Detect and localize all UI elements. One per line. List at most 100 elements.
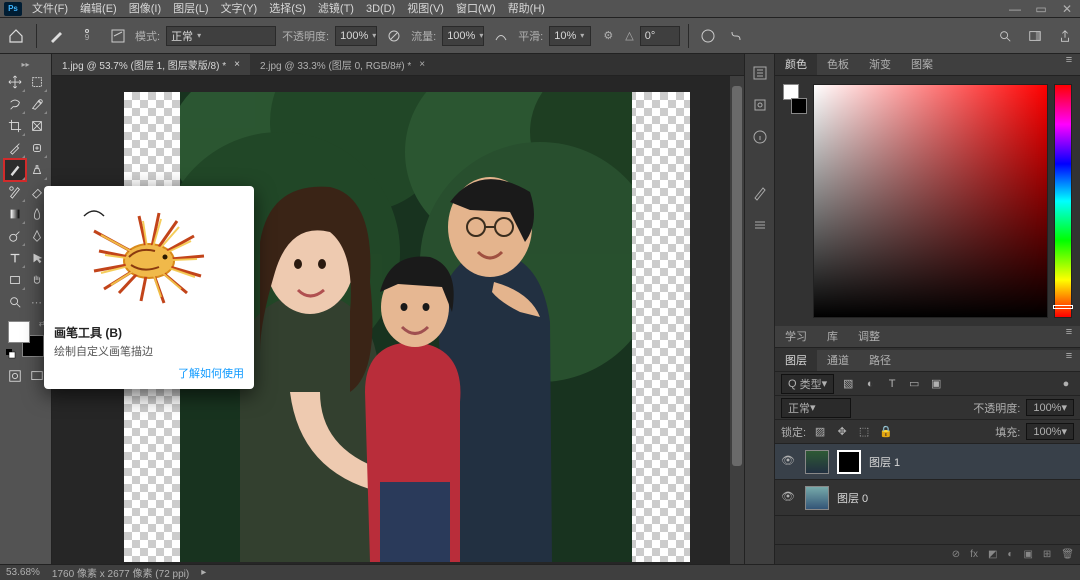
new-layer-icon[interactable]: ⊞: [1043, 549, 1051, 560]
tool-clone-stamp[interactable]: [26, 159, 48, 181]
mode-dropdown[interactable]: 正常 ▾: [166, 26, 276, 46]
tool-dodge[interactable]: [4, 225, 26, 247]
brush-settings-panel-icon[interactable]: [749, 214, 771, 236]
default-colors-icon[interactable]: [6, 349, 16, 359]
menu-file[interactable]: 文件(F): [26, 0, 74, 18]
close-icon[interactable]: ×: [234, 59, 240, 70]
color-field[interactable]: [813, 84, 1048, 318]
tool-history-brush[interactable]: [4, 181, 26, 203]
tool-brush[interactable]: [4, 159, 26, 181]
lock-pixels-icon[interactable]: ▨: [812, 424, 828, 440]
menu-layer[interactable]: 图层(L): [167, 0, 214, 18]
fg-bg-swatch[interactable]: ⇄: [6, 319, 46, 359]
tool-artboard[interactable]: [26, 71, 48, 93]
filter-adjust-icon[interactable]: ◐: [862, 376, 878, 392]
layer-name[interactable]: 图层 1: [869, 454, 900, 470]
tab-swatches[interactable]: 色板: [817, 54, 859, 75]
smoothing-field[interactable]: 10% ▾: [549, 26, 591, 46]
layer-filter-kind[interactable]: Q 类型▾: [781, 374, 834, 394]
filter-type-icon[interactable]: T: [884, 376, 900, 392]
document-tab-1[interactable]: 1.jpg @ 53.7% (图层 1, 图层蒙版/8) * ×: [52, 54, 250, 75]
tool-rectangle[interactable]: [4, 269, 26, 291]
pressure-size-icon[interactable]: [697, 25, 719, 47]
angle-field[interactable]: 0°: [640, 26, 680, 46]
visibility-icon[interactable]: 👁: [781, 454, 797, 470]
blend-mode-dropdown[interactable]: 正常▾: [781, 398, 851, 418]
layer-mask-icon[interactable]: ◩: [988, 549, 997, 560]
lock-artboard-icon[interactable]: ⬚: [856, 424, 872, 440]
toolbar-grip-icon[interactable]: ▸▸: [21, 58, 29, 71]
tab-gradients[interactable]: 渐变: [859, 54, 901, 75]
lock-position-icon[interactable]: ✥: [834, 424, 850, 440]
layer-mask-thumbnail[interactable]: [837, 450, 861, 474]
menu-image[interactable]: 图像(I): [123, 0, 167, 18]
flow-field[interactable]: 100% ▾: [442, 26, 484, 46]
hue-slider[interactable]: [1054, 84, 1072, 318]
tab-channels[interactable]: 通道: [817, 350, 859, 371]
window-restore[interactable]: ▭: [1028, 0, 1054, 18]
panel-menu-icon[interactable]: ≡: [1058, 350, 1080, 371]
vertical-scrollbar[interactable]: [730, 76, 744, 564]
tool-eyedropper[interactable]: [4, 137, 26, 159]
workspace-icon[interactable]: [1024, 25, 1046, 47]
properties-panel-icon[interactable]: [749, 94, 771, 116]
smoothing-gear-icon[interactable]: ⚙: [597, 25, 619, 47]
foreground-color[interactable]: [8, 321, 30, 343]
tab-layers[interactable]: 图层: [775, 350, 817, 371]
color-fgbg[interactable]: [783, 84, 807, 114]
tab-learn[interactable]: 学习: [775, 326, 817, 347]
status-caret-icon[interactable]: ▸: [201, 567, 206, 578]
document-tab-2[interactable]: 2.jpg @ 33.3% (图层 0, RGB/8#) * ×: [250, 54, 435, 75]
panel-menu-icon[interactable]: ≡: [1058, 326, 1080, 347]
layer-fill-field[interactable]: 100%▾: [1026, 423, 1074, 440]
tab-paths[interactable]: 路径: [859, 350, 901, 371]
menu-type[interactable]: 文字(Y): [215, 0, 264, 18]
panel-menu-icon[interactable]: ≡: [1058, 54, 1080, 75]
window-close[interactable]: ✕: [1054, 0, 1080, 18]
tool-spot-heal[interactable]: [26, 137, 48, 159]
layer-fx-icon[interactable]: fx: [970, 549, 978, 560]
brushes-panel-icon[interactable]: [749, 182, 771, 204]
search-icon[interactable]: [994, 25, 1016, 47]
airbrush-icon[interactable]: [490, 25, 512, 47]
filter-smart-icon[interactable]: ▣: [928, 376, 944, 392]
lock-all-icon[interactable]: 🔒: [878, 424, 894, 440]
tool-crop[interactable]: [4, 115, 26, 137]
filter-toggle[interactable]: ●: [1058, 376, 1074, 392]
tool-preset-brush-icon[interactable]: [45, 25, 67, 47]
tab-color[interactable]: 颜色: [775, 54, 817, 75]
visibility-icon[interactable]: 👁: [781, 490, 797, 506]
tool-lasso[interactable]: [4, 93, 26, 115]
close-icon[interactable]: ×: [419, 59, 425, 70]
history-panel-icon[interactable]: [749, 62, 771, 84]
menu-help[interactable]: 帮助(H): [502, 0, 551, 18]
tab-libraries[interactable]: 库: [817, 326, 848, 347]
doc-dimensions[interactable]: 1760 像素 x 2677 像素 (72 ppi): [52, 565, 189, 580]
symmetry-icon[interactable]: [725, 25, 747, 47]
link-layers-icon[interactable]: ⊘: [952, 549, 960, 560]
scrollbar-thumb[interactable]: [732, 86, 742, 466]
tool-move[interactable]: [4, 71, 26, 93]
tab-patterns[interactable]: 图案: [901, 54, 943, 75]
filter-pixel-icon[interactable]: ▧: [840, 376, 856, 392]
menu-view[interactable]: 视图(V): [401, 0, 450, 18]
delete-layer-icon[interactable]: 🗑: [1061, 549, 1074, 560]
pressure-opacity-icon[interactable]: [383, 25, 405, 47]
zoom-readout[interactable]: 53.68%: [6, 567, 40, 578]
menu-select[interactable]: 选择(S): [263, 0, 312, 18]
menu-window[interactable]: 窗口(W): [450, 0, 502, 18]
menu-edit[interactable]: 编辑(E): [74, 0, 123, 18]
layer-row[interactable]: 👁 图层 0: [775, 480, 1080, 516]
layer-thumbnail[interactable]: [805, 486, 829, 510]
tool-frame[interactable]: [26, 115, 48, 137]
quickmask-icon[interactable]: [4, 365, 26, 387]
tool-zoom[interactable]: [4, 291, 26, 313]
opacity-field[interactable]: 100% ▾: [335, 26, 377, 46]
menu-3d[interactable]: 3D(D): [360, 0, 401, 18]
group-icon[interactable]: ▣: [1023, 549, 1032, 560]
tool-gradient[interactable]: [4, 203, 26, 225]
window-minimize[interactable]: —: [1002, 0, 1028, 18]
layer-opacity-field[interactable]: 100%▾: [1026, 399, 1074, 416]
tab-adjustments[interactable]: 调整: [848, 326, 890, 347]
menu-filter[interactable]: 滤镜(T): [312, 0, 360, 18]
